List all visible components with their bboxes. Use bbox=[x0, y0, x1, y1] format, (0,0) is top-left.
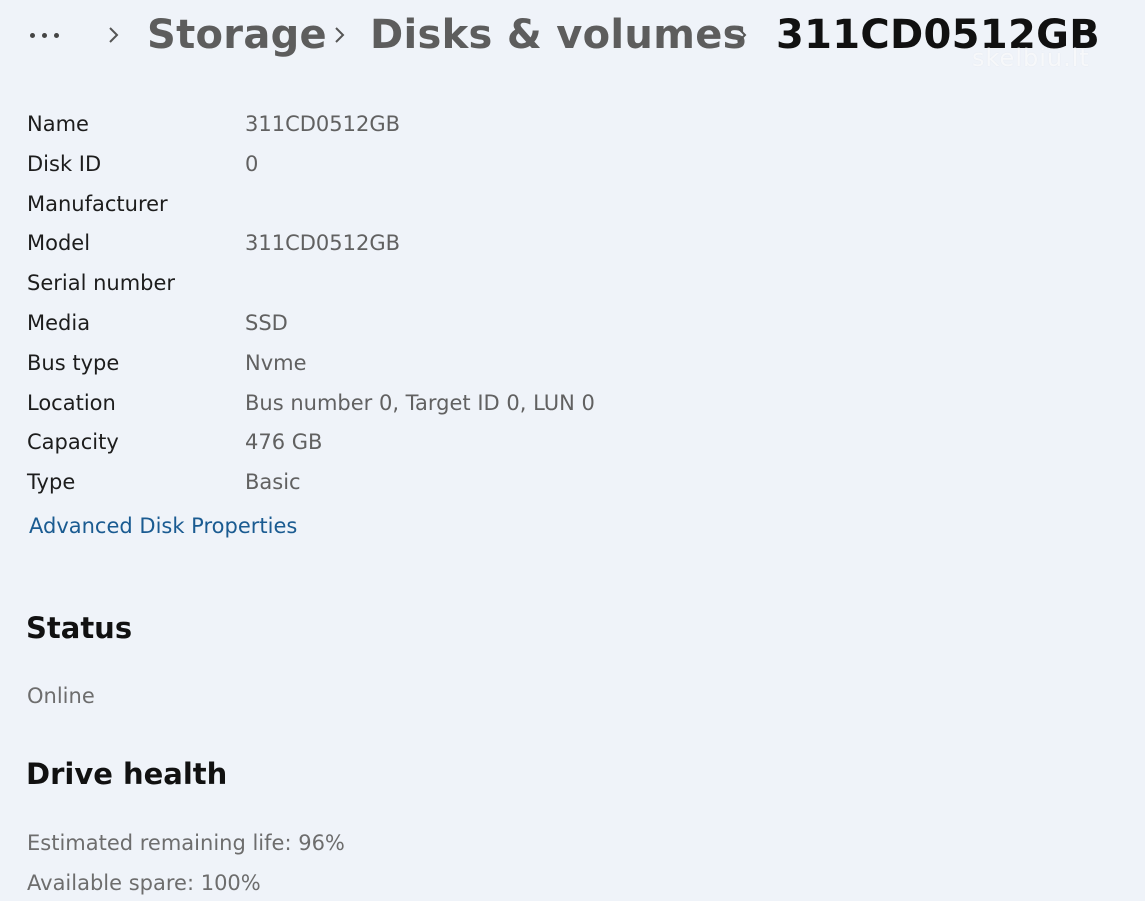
property-row-capacity: Capacity 476 GB bbox=[27, 423, 927, 463]
watermark: skelbiu.lt bbox=[972, 44, 1090, 72]
property-row-manufacturer: Manufacturer bbox=[27, 185, 927, 225]
property-value: Nvme bbox=[245, 350, 307, 375]
chevron-right-icon bbox=[728, 20, 754, 50]
property-label: Name bbox=[27, 112, 89, 136]
property-label: Capacity bbox=[27, 430, 119, 455]
property-label: Location bbox=[27, 390, 116, 415]
breadcrumb-item-disks-volumes[interactable]: Disks & volumes bbox=[370, 10, 747, 60]
property-value: 311CD0512GB bbox=[245, 231, 401, 256]
status-value: Online bbox=[27, 684, 95, 708]
available-spare-text: Available spare: 100% bbox=[27, 871, 261, 895]
property-label: Manufacturer bbox=[27, 191, 168, 216]
property-value: SSD bbox=[245, 310, 288, 335]
property-row-name: Name 311CD0512GB bbox=[27, 105, 927, 145]
chevron-right-icon bbox=[100, 20, 126, 50]
property-label: Disk ID bbox=[27, 151, 102, 176]
property-value: Bus number 0, Target ID 0, LUN 0 bbox=[245, 390, 595, 415]
property-label: Model bbox=[27, 231, 91, 256]
more-horizontal-icon[interactable] bbox=[30, 18, 80, 52]
property-row-bus-type: Bus type Nvme bbox=[27, 344, 927, 384]
property-row-type: Type Basic bbox=[27, 463, 927, 503]
remaining-life-text: Estimated remaining life: 96% bbox=[27, 831, 345, 855]
property-value: 311CD0512GB bbox=[245, 112, 401, 136]
property-label: Type bbox=[27, 470, 76, 495]
status-heading: Status bbox=[26, 611, 133, 645]
property-value: 476 GB bbox=[245, 430, 323, 455]
property-row-media: Media SSD bbox=[27, 304, 927, 344]
property-value: 0 bbox=[245, 151, 259, 176]
property-row-location: Location Bus number 0, Target ID 0, LUN … bbox=[27, 384, 927, 424]
drive-health-heading: Drive health bbox=[26, 757, 228, 791]
property-row-serial-number: Serial number bbox=[27, 264, 927, 304]
dot bbox=[30, 32, 35, 38]
property-row-disk-id: Disk ID 0 bbox=[27, 145, 927, 185]
property-row-model: Model 311CD0512GB bbox=[27, 224, 927, 264]
dot bbox=[42, 32, 47, 38]
disk-properties: Name 311CD0512GB Disk ID 0 Manufacturer … bbox=[27, 105, 927, 503]
property-value: Basic bbox=[245, 470, 301, 495]
chevron-right-icon bbox=[326, 20, 352, 50]
property-label: Bus type bbox=[27, 350, 120, 375]
advanced-disk-properties-link[interactable]: Advanced Disk Properties bbox=[29, 508, 297, 544]
dot bbox=[54, 32, 59, 38]
property-label: Media bbox=[27, 310, 91, 335]
breadcrumb-item-storage[interactable]: Storage bbox=[147, 10, 327, 60]
property-label: Serial number bbox=[27, 271, 176, 296]
